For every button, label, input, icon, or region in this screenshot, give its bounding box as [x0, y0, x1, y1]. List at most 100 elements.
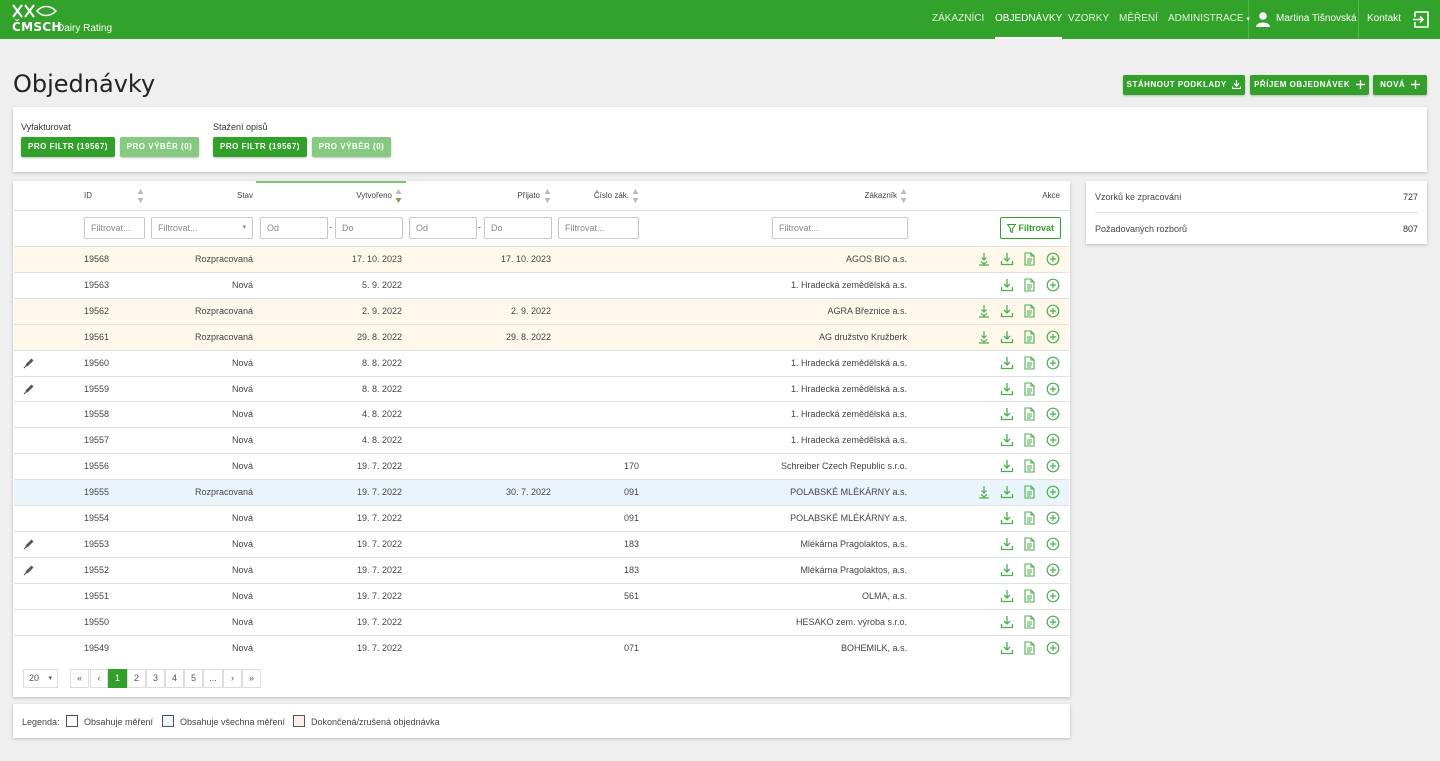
pagination-page[interactable]: 5	[184, 669, 203, 688]
header-customer[interactable]: Zákazník	[820, 191, 897, 200]
download-icon[interactable]	[1000, 278, 1014, 292]
table-row[interactable]: 19568 Rozpracovaná 17. 10. 2023 17. 10. 202…	[14, 246, 1069, 272]
edit-pencil-icon[interactable]	[23, 357, 35, 369]
nav-contact[interactable]: Kontakt	[1367, 0, 1401, 39]
pagination-prev-button[interactable]: ‹	[90, 669, 108, 688]
document-icon[interactable]	[1022, 330, 1036, 344]
download-icon[interactable]	[1000, 382, 1014, 396]
document-icon[interactable]	[1022, 563, 1036, 577]
sort-icon[interactable]	[544, 188, 551, 204]
document-icon[interactable]	[1022, 252, 1036, 266]
table-row[interactable]: 19559 Nová 8. 8. 2022 1. Hradecká zemědělsk…	[14, 375, 1069, 402]
table-row[interactable]: 19560 Nová 8. 8. 2022 1. Hradecká zemědělsk…	[14, 349, 1069, 376]
pagination-last-button[interactable]: »	[242, 669, 261, 688]
cell-id[interactable]: 19551	[84, 591, 109, 601]
cell-id[interactable]: 19568	[84, 254, 109, 264]
download-results-icon[interactable]	[977, 330, 991, 344]
id-filter-input[interactable]: Filtrovat...	[84, 217, 145, 239]
table-row[interactable]: 19563 Nová 5. 9. 2022 1. Hradecká zemědělsk…	[14, 271, 1069, 298]
cell-id[interactable]: 19562	[84, 306, 109, 316]
created-from-input[interactable]: Od	[260, 217, 328, 239]
edit-pencil-icon[interactable]	[23, 383, 35, 395]
add-circle-icon[interactable]	[1046, 485, 1060, 499]
download-results-icon[interactable]	[977, 252, 991, 266]
document-icon[interactable]	[1022, 381, 1036, 396]
cell-id[interactable]: 19552	[84, 565, 109, 575]
download-icon[interactable]	[1000, 511, 1014, 525]
cell-id[interactable]: 19553	[84, 539, 109, 549]
download-icon[interactable]	[1000, 615, 1014, 629]
cell-id[interactable]: 19556	[84, 461, 109, 471]
header-customer-number[interactable]: Číslo zák.	[570, 191, 629, 200]
add-circle-icon[interactable]	[1046, 511, 1060, 525]
table-row[interactable]: 19556 Nová 19. 7. 2022 170 Schreiber Czech R…	[14, 453, 1069, 479]
table-row[interactable]: 19550 Nová 19. 7. 2022 HESAKO zem. výroba s…	[14, 608, 1069, 635]
cell-id[interactable]: 19549	[84, 643, 109, 653]
document-icon[interactable]	[1022, 459, 1036, 473]
download-icon[interactable]	[1000, 356, 1014, 370]
invoice-for-filter-button[interactable]: PRO FILTR (19567)	[21, 137, 115, 157]
download-materials-button[interactable]: STÁHNOUT PODKLADY	[1123, 75, 1245, 95]
document-icon[interactable]	[1022, 615, 1036, 629]
document-icon[interactable]	[1022, 589, 1036, 603]
cell-id[interactable]: 19563	[84, 280, 109, 290]
table-row[interactable]: 19557 Nová 4. 8. 2022 1. Hradecká zemědělsk…	[14, 427, 1069, 453]
invoice-for-selection-button[interactable]: PRO VÝBĚR (0)	[120, 137, 199, 157]
table-row[interactable]: 19555 Rozpracovaná 19. 7. 2022 30. 7. 2022 0…	[14, 479, 1069, 506]
download-icon[interactable]	[1000, 330, 1014, 344]
add-circle-icon[interactable]	[1046, 615, 1060, 629]
download-icon[interactable]	[1000, 485, 1014, 499]
nav-administration[interactable]: ADMINISTRACE ▾	[1168, 0, 1250, 39]
document-icon[interactable]	[1022, 537, 1036, 551]
download-icon[interactable]	[1000, 304, 1014, 318]
document-icon[interactable]	[1022, 485, 1036, 499]
download-for-filter-button[interactable]: PRO FILTR (19567)	[213, 137, 307, 157]
document-icon[interactable]	[1022, 278, 1036, 292]
cell-id[interactable]: 19560	[84, 358, 109, 368]
document-icon[interactable]	[1022, 511, 1036, 525]
page-size-select[interactable]: 20 ▾	[23, 669, 58, 688]
document-icon[interactable]	[1022, 640, 1036, 655]
cell-id[interactable]: 19555	[84, 487, 109, 497]
download-icon[interactable]	[1000, 252, 1014, 266]
sort-icon[interactable]	[137, 188, 144, 204]
document-icon[interactable]	[1022, 304, 1036, 318]
state-filter-select[interactable]: Filtrovat... ▾	[151, 217, 253, 239]
table-row[interactable]: 19549 Nová 19. 7. 2022 071 BOHEMILK, a.s.	[14, 634, 1069, 661]
user-name[interactable]: Martina Tišnovská	[1276, 0, 1357, 39]
add-circle-icon[interactable]	[1046, 382, 1060, 396]
receive-orders-button[interactable]: PŘÍJEM OBJEDNÁVEK	[1250, 75, 1369, 95]
header-created[interactable]: Vytvořeno	[320, 191, 392, 200]
document-icon[interactable]	[1022, 356, 1036, 370]
download-results-icon[interactable]	[977, 485, 991, 499]
cell-id[interactable]: 19550	[84, 617, 109, 627]
document-icon[interactable]	[1022, 433, 1036, 447]
nav-customers[interactable]: ZÁKAZNÍCI	[932, 0, 984, 39]
sort-desc-icon[interactable]	[395, 188, 402, 204]
add-circle-icon[interactable]	[1046, 330, 1060, 344]
brand-logo[interactable]: ČMSCH Dairy Rating	[12, 4, 122, 35]
table-row[interactable]: 19562 Rozpracovaná 2. 9. 2022 2. 9. 2022 AGR…	[14, 297, 1069, 324]
pagination-next-button[interactable]: ›	[223, 669, 242, 688]
add-circle-icon[interactable]	[1046, 641, 1060, 655]
customer-number-filter-input[interactable]: Filtrovat...	[558, 217, 639, 239]
table-row[interactable]: 19552 Nová 19. 7. 2022 183 Mlékárna Pragolak…	[14, 556, 1069, 583]
add-circle-icon[interactable]	[1046, 278, 1060, 292]
pagination-first-button[interactable]: «	[70, 669, 89, 688]
add-circle-icon[interactable]	[1046, 304, 1060, 318]
nav-samples[interactable]: VZORKY	[1068, 0, 1109, 39]
download-for-selection-button[interactable]: PRO VÝBĚR (0)	[312, 137, 391, 157]
add-circle-icon[interactable]	[1046, 356, 1060, 370]
download-icon[interactable]	[1000, 641, 1014, 655]
download-icon[interactable]	[1000, 537, 1014, 551]
pagination-page[interactable]: 2	[127, 669, 146, 688]
table-row[interactable]: 19561 Rozpracovaná 29. 8. 2022 29. 8. 2022 A…	[14, 323, 1069, 350]
document-icon[interactable]	[1022, 407, 1036, 421]
pagination-ellipsis[interactable]: ...	[203, 669, 223, 688]
received-from-input[interactable]: Od	[409, 217, 477, 239]
received-to-input[interactable]: Do	[484, 217, 552, 239]
header-received[interactable]: Přijato	[480, 191, 540, 200]
cell-id[interactable]: 19558	[84, 409, 109, 419]
table-row[interactable]: 19558 Nová 4. 8. 2022 1. Hradecká zemědělsk…	[14, 401, 1069, 427]
cell-id[interactable]: 19559	[84, 384, 109, 394]
